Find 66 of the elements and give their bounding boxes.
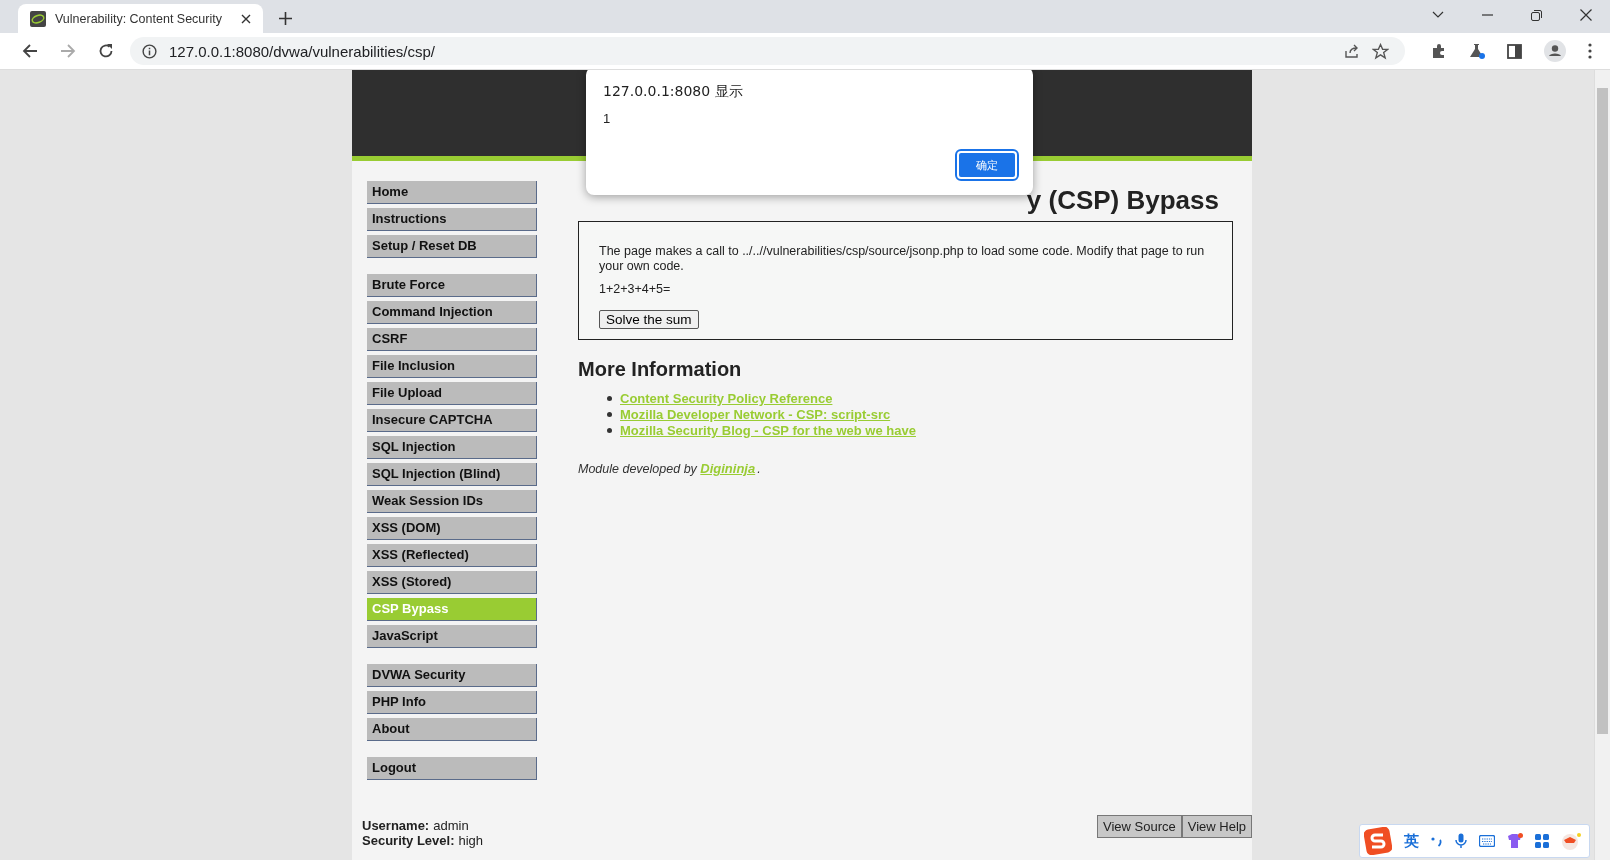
menu-item[interactable]: XSS (Reflected) [367, 544, 537, 567]
menu-item[interactable]: Weak Session IDs [367, 490, 537, 513]
new-tab-icon[interactable] [279, 12, 292, 25]
browser-tab[interactable]: Vulnerability: Content Security [18, 4, 263, 33]
menu-item[interactable]: DVWA Security [367, 664, 537, 687]
period-text: . [757, 462, 761, 476]
puzzle-icon[interactable] [1431, 43, 1447, 59]
side-panel-icon[interactable] [1507, 43, 1522, 59]
restore-icon[interactable] [1531, 9, 1542, 21]
menu-item[interactable]: Setup / Reset DB [367, 235, 537, 258]
avatar-icon[interactable] [1544, 40, 1566, 62]
chevron-down-icon[interactable] [1432, 11, 1444, 19]
bullet-icon [607, 428, 612, 433]
dialog-message: 1 [603, 111, 612, 126]
menu-item[interactable]: Insecure CAPTCHA [367, 409, 537, 432]
url-text: 127.0.0.1:8080/dvwa/vulnerabilities/csp/ [169, 42, 435, 60]
solve-button[interactable]: Solve the sum [599, 310, 699, 329]
menu-item[interactable]: XSS (Stored) [367, 571, 537, 594]
flask-icon[interactable] [1469, 43, 1485, 59]
close-icon[interactable] [241, 13, 251, 24]
ime-logo-icon[interactable] [1364, 827, 1392, 855]
bullet-icon [607, 396, 612, 401]
info-value: high [458, 833, 484, 848]
shirt-icon[interactable] [1507, 833, 1523, 849]
menu-item[interactable]: File Inclusion [367, 355, 537, 378]
description-text: The page makes a call to ../..//vulnerabilities/csp/source/jsonp.php to load some code. Modify that page to run your own code. [599, 244, 1206, 274]
menu-item[interactable]: File Upload [367, 382, 537, 405]
ok-button[interactable]: 确定 [957, 151, 1017, 179]
page-heading: y (CSP) Bypass [1025, 184, 1220, 217]
site-icon [30, 10, 46, 27]
section-heading: More Information [578, 358, 743, 381]
menu-item[interactable]: SQL Injection (Blind) [367, 463, 537, 486]
menu-item[interactable]: CSRF [367, 328, 537, 351]
menu-item[interactable]: Command Injection [367, 301, 537, 324]
info-label: Username: [362, 818, 430, 833]
menu-item[interactable]: About [367, 718, 537, 741]
menu-item[interactable]: Brute Force [367, 274, 537, 297]
dialog-title: 127.0.0.1:8080 显示 [603, 83, 744, 101]
keyboard-icon[interactable] [1479, 835, 1495, 847]
close-icon[interactable] [1580, 9, 1592, 21]
menu-item[interactable]: Logout [367, 757, 537, 780]
footer-button[interactable]: View Help [1181, 815, 1252, 838]
microphone-icon[interactable] [1455, 833, 1467, 849]
menu-item[interactable]: Home [367, 181, 537, 204]
menu-icon[interactable] [1588, 43, 1592, 59]
info-label: Security Level: [362, 833, 455, 848]
menu-item[interactable]: Instructions [367, 208, 537, 231]
share-icon[interactable] [1344, 43, 1360, 59]
input-mode-text[interactable]: 英 [1404, 831, 1419, 851]
grid-icon[interactable] [1535, 834, 1549, 848]
address-bar[interactable]: 127.0.0.1:8080/dvwa/vulnerabilities/csp/ [130, 37, 1405, 65]
back-icon[interactable] [22, 43, 38, 59]
info-value: admin [433, 818, 469, 833]
sum-text: 1+2+3+4+5= [599, 282, 672, 296]
menu-item[interactable]: JavaScript [367, 625, 537, 648]
footer-button[interactable]: View Source [1096, 815, 1182, 838]
punctuation-icon[interactable] [1431, 835, 1443, 847]
menu-item[interactable]: XSS (DOM) [367, 517, 537, 540]
menu-item[interactable]: SQL Injection [367, 436, 537, 459]
star-icon[interactable] [1372, 42, 1389, 60]
tab-title: Vulnerability: Content Security [55, 11, 223, 26]
credit-text: Module developed by [578, 462, 698, 476]
info-icon [142, 43, 157, 59]
reload-icon[interactable] [98, 43, 114, 59]
menu-item[interactable]: PHP Info [367, 691, 537, 714]
bullet-icon [607, 412, 612, 417]
